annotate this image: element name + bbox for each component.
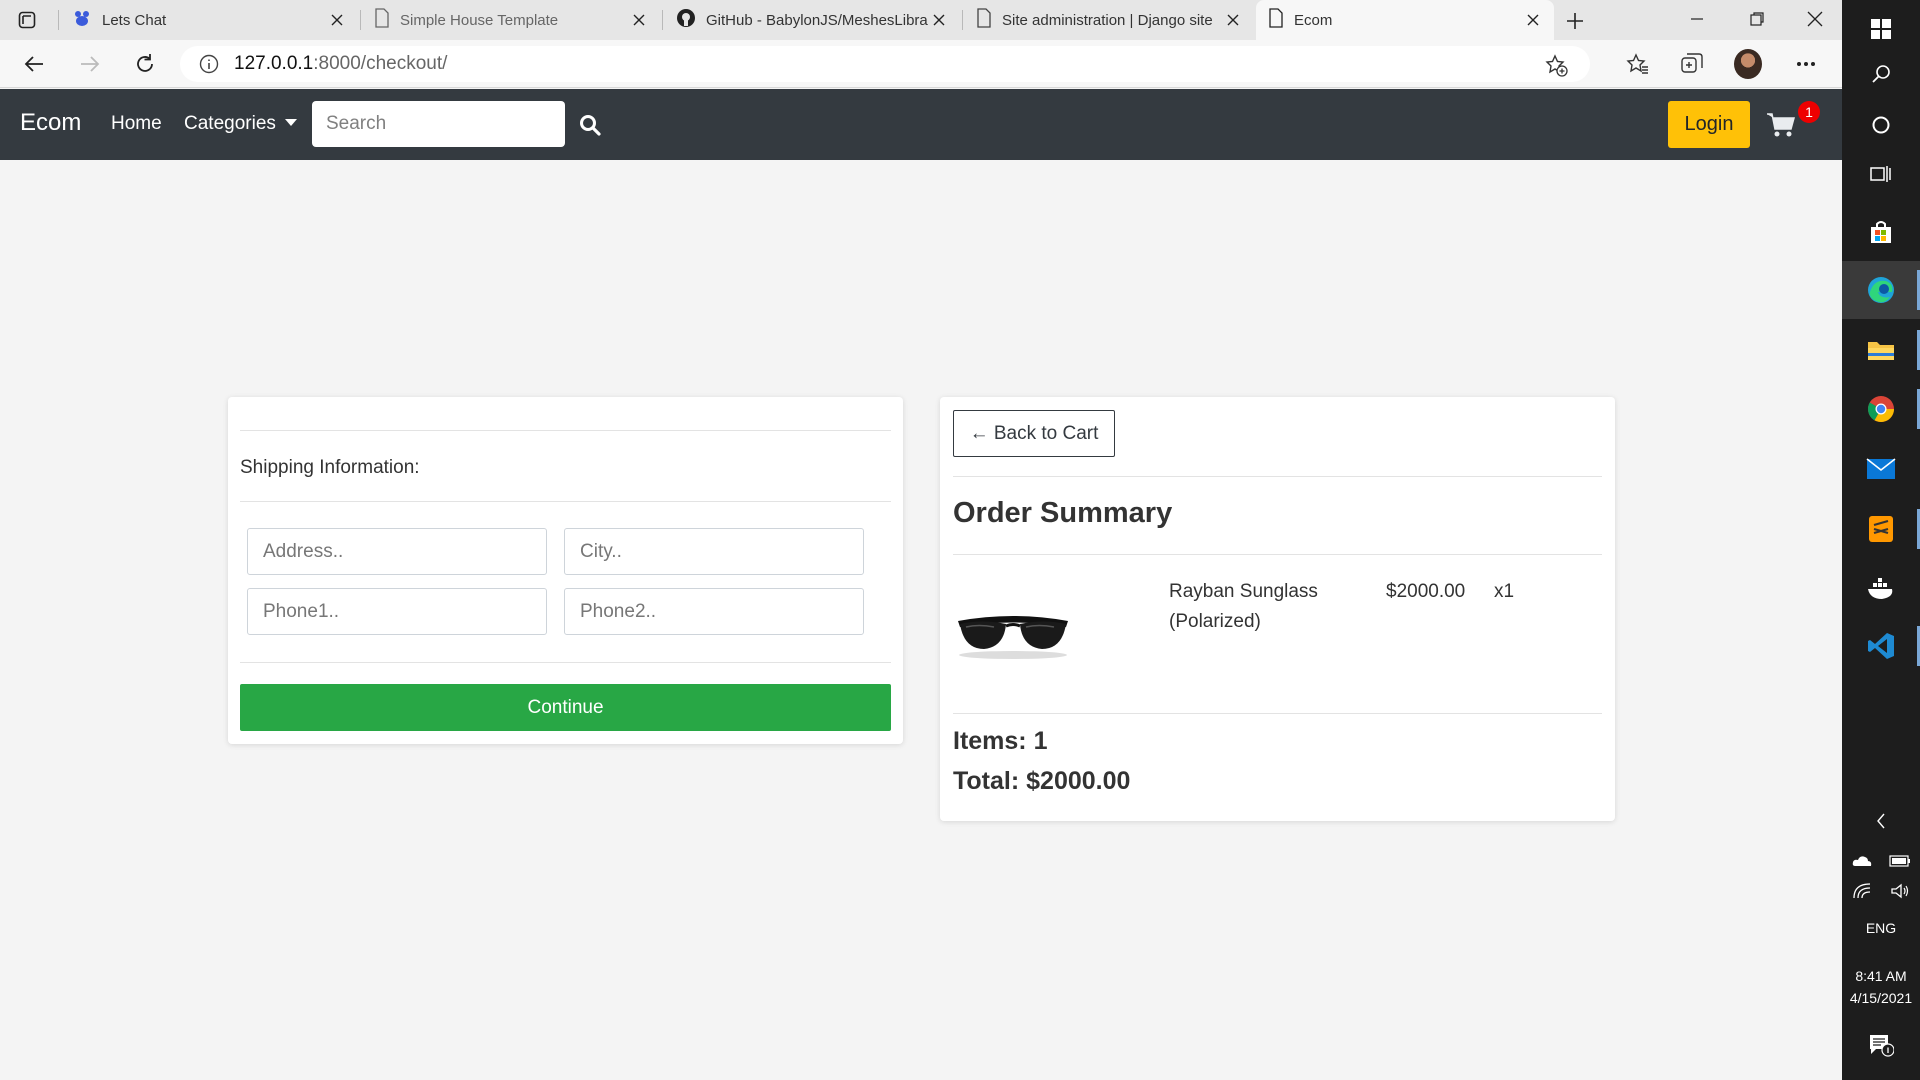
divider <box>953 554 1602 555</box>
window-close-icon[interactable] <box>1802 6 1828 32</box>
order-summary-title: Order Summary <box>953 497 1173 529</box>
collections-icon[interactable] <box>1678 50 1706 78</box>
city-field[interactable] <box>564 528 864 575</box>
wifi-icon[interactable] <box>1842 878 1882 904</box>
login-button[interactable]: Login <box>1668 101 1750 148</box>
divider <box>240 501 891 502</box>
divider <box>953 476 1602 477</box>
order-total: Total: $2000.00 <box>953 767 1131 795</box>
divider <box>240 430 891 431</box>
refresh-icon[interactable] <box>131 50 159 78</box>
notifications-icon[interactable] <box>1842 1028 1920 1062</box>
product-price: $2000.00 <box>1386 581 1466 602</box>
cart-icon[interactable] <box>1766 112 1796 138</box>
phone2-field[interactable] <box>564 588 864 635</box>
back-to-cart-button[interactable]: ← Back to Cart <box>953 410 1115 457</box>
chrome-icon[interactable] <box>1842 380 1920 438</box>
taskbar: ENG 8:41 AM 4/15/2021 <box>1842 0 1920 1080</box>
address-bar-row: 127.0.0.1:8000/checkout/ <box>0 40 1842 88</box>
url-path: :8000/checkout/ <box>313 53 448 74</box>
shipping-form-card: Shipping Information: Continue <box>228 397 903 744</box>
forward-arrow-icon[interactable] <box>76 50 104 78</box>
page-icon <box>976 8 992 32</box>
shipping-info-label: Shipping Information: <box>240 457 420 478</box>
url-field[interactable]: 127.0.0.1:8000/checkout/ <box>180 46 1590 82</box>
new-tab-icon[interactable] <box>1562 8 1588 34</box>
store-icon[interactable] <box>1842 203 1920 261</box>
tab-simple-house[interactable]: Simple House Template <box>362 0 660 40</box>
restore-icon[interactable] <box>1744 6 1770 32</box>
nav-categories-dropdown[interactable]: Categories <box>184 113 297 135</box>
tab-lets-chat[interactable]: Lets Chat <box>60 0 358 40</box>
page-icon <box>374 8 390 32</box>
docker-icon[interactable] <box>1842 560 1920 618</box>
clock-time[interactable]: 8:41 AM <box>1842 968 1920 984</box>
phone1-field[interactable] <box>247 588 547 635</box>
product-name: Rayban Sunglass (Polarized) <box>1169 581 1318 632</box>
minimize-icon[interactable] <box>1684 6 1710 32</box>
add-favorite-icon[interactable] <box>1544 53 1568 77</box>
task-view-icon[interactable] <box>1842 145 1920 203</box>
divider <box>240 662 891 663</box>
tab-bar: Lets Chat Simple House Template GitHub -… <box>0 0 1842 40</box>
github-icon <box>676 8 696 32</box>
nav-home-link[interactable]: Home <box>111 113 162 135</box>
chevron-left-icon[interactable] <box>1842 806 1920 836</box>
file-explorer-icon[interactable] <box>1842 321 1920 379</box>
language-indicator[interactable]: ENG <box>1842 920 1920 936</box>
product-quantity: x1 <box>1494 581 1515 602</box>
close-icon[interactable] <box>328 11 346 29</box>
items-count: Items: 1 <box>953 727 1048 755</box>
caret-down-icon <box>284 119 297 126</box>
search-input[interactable] <box>312 101 565 147</box>
order-summary-card: ← Back to Cart Order Summary Rayban Sung… <box>940 397 1615 821</box>
sunglasses-image <box>954 607 1072 661</box>
cart-count-badge: 1 <box>1798 101 1820 123</box>
tab-django-admin[interactable]: Site administration | Django site <box>964 0 1254 40</box>
close-icon[interactable] <box>1524 11 1542 29</box>
paw-icon <box>72 8 92 32</box>
address-field[interactable] <box>247 528 547 575</box>
profile-avatar[interactable] <box>1734 49 1762 79</box>
info-icon[interactable] <box>198 53 220 75</box>
edge-taskbar-icon[interactable] <box>1842 261 1920 319</box>
page-icon <box>1268 8 1284 32</box>
site-navbar: Ecom Home Categories Login 1 <box>0 89 1842 160</box>
battery-icon <box>1880 848 1920 874</box>
volume-icon[interactable] <box>1880 878 1920 904</box>
onedrive-icon[interactable] <box>1842 848 1882 874</box>
continue-button[interactable]: Continue <box>240 684 891 731</box>
browser-window: Lets Chat Simple House Template GitHub -… <box>0 0 1842 1080</box>
mail-icon[interactable] <box>1842 440 1920 498</box>
divider <box>953 713 1602 714</box>
search-icon[interactable] <box>1842 45 1920 103</box>
clock-date[interactable]: 4/15/2021 <box>1842 990 1920 1006</box>
close-icon[interactable] <box>930 11 948 29</box>
close-icon[interactable] <box>1224 11 1242 29</box>
search-icon[interactable] <box>578 113 602 137</box>
brand-logo[interactable]: Ecom <box>20 109 81 137</box>
tab-github[interactable]: GitHub - BabylonJS/MeshesLibra <box>664 0 960 40</box>
tab-actions-icon[interactable] <box>16 9 38 31</box>
back-arrow-icon[interactable] <box>20 50 48 78</box>
vscode-icon[interactable] <box>1842 617 1920 675</box>
url-host: 127.0.0.1 <box>234 53 314 74</box>
close-icon[interactable] <box>630 11 648 29</box>
sublime-text-icon[interactable] <box>1842 500 1920 558</box>
favorites-icon[interactable] <box>1624 50 1652 78</box>
more-menu-icon[interactable] <box>1792 50 1820 78</box>
tab-ecom[interactable]: Ecom <box>1256 0 1554 40</box>
categories-label: Categories <box>184 113 276 134</box>
